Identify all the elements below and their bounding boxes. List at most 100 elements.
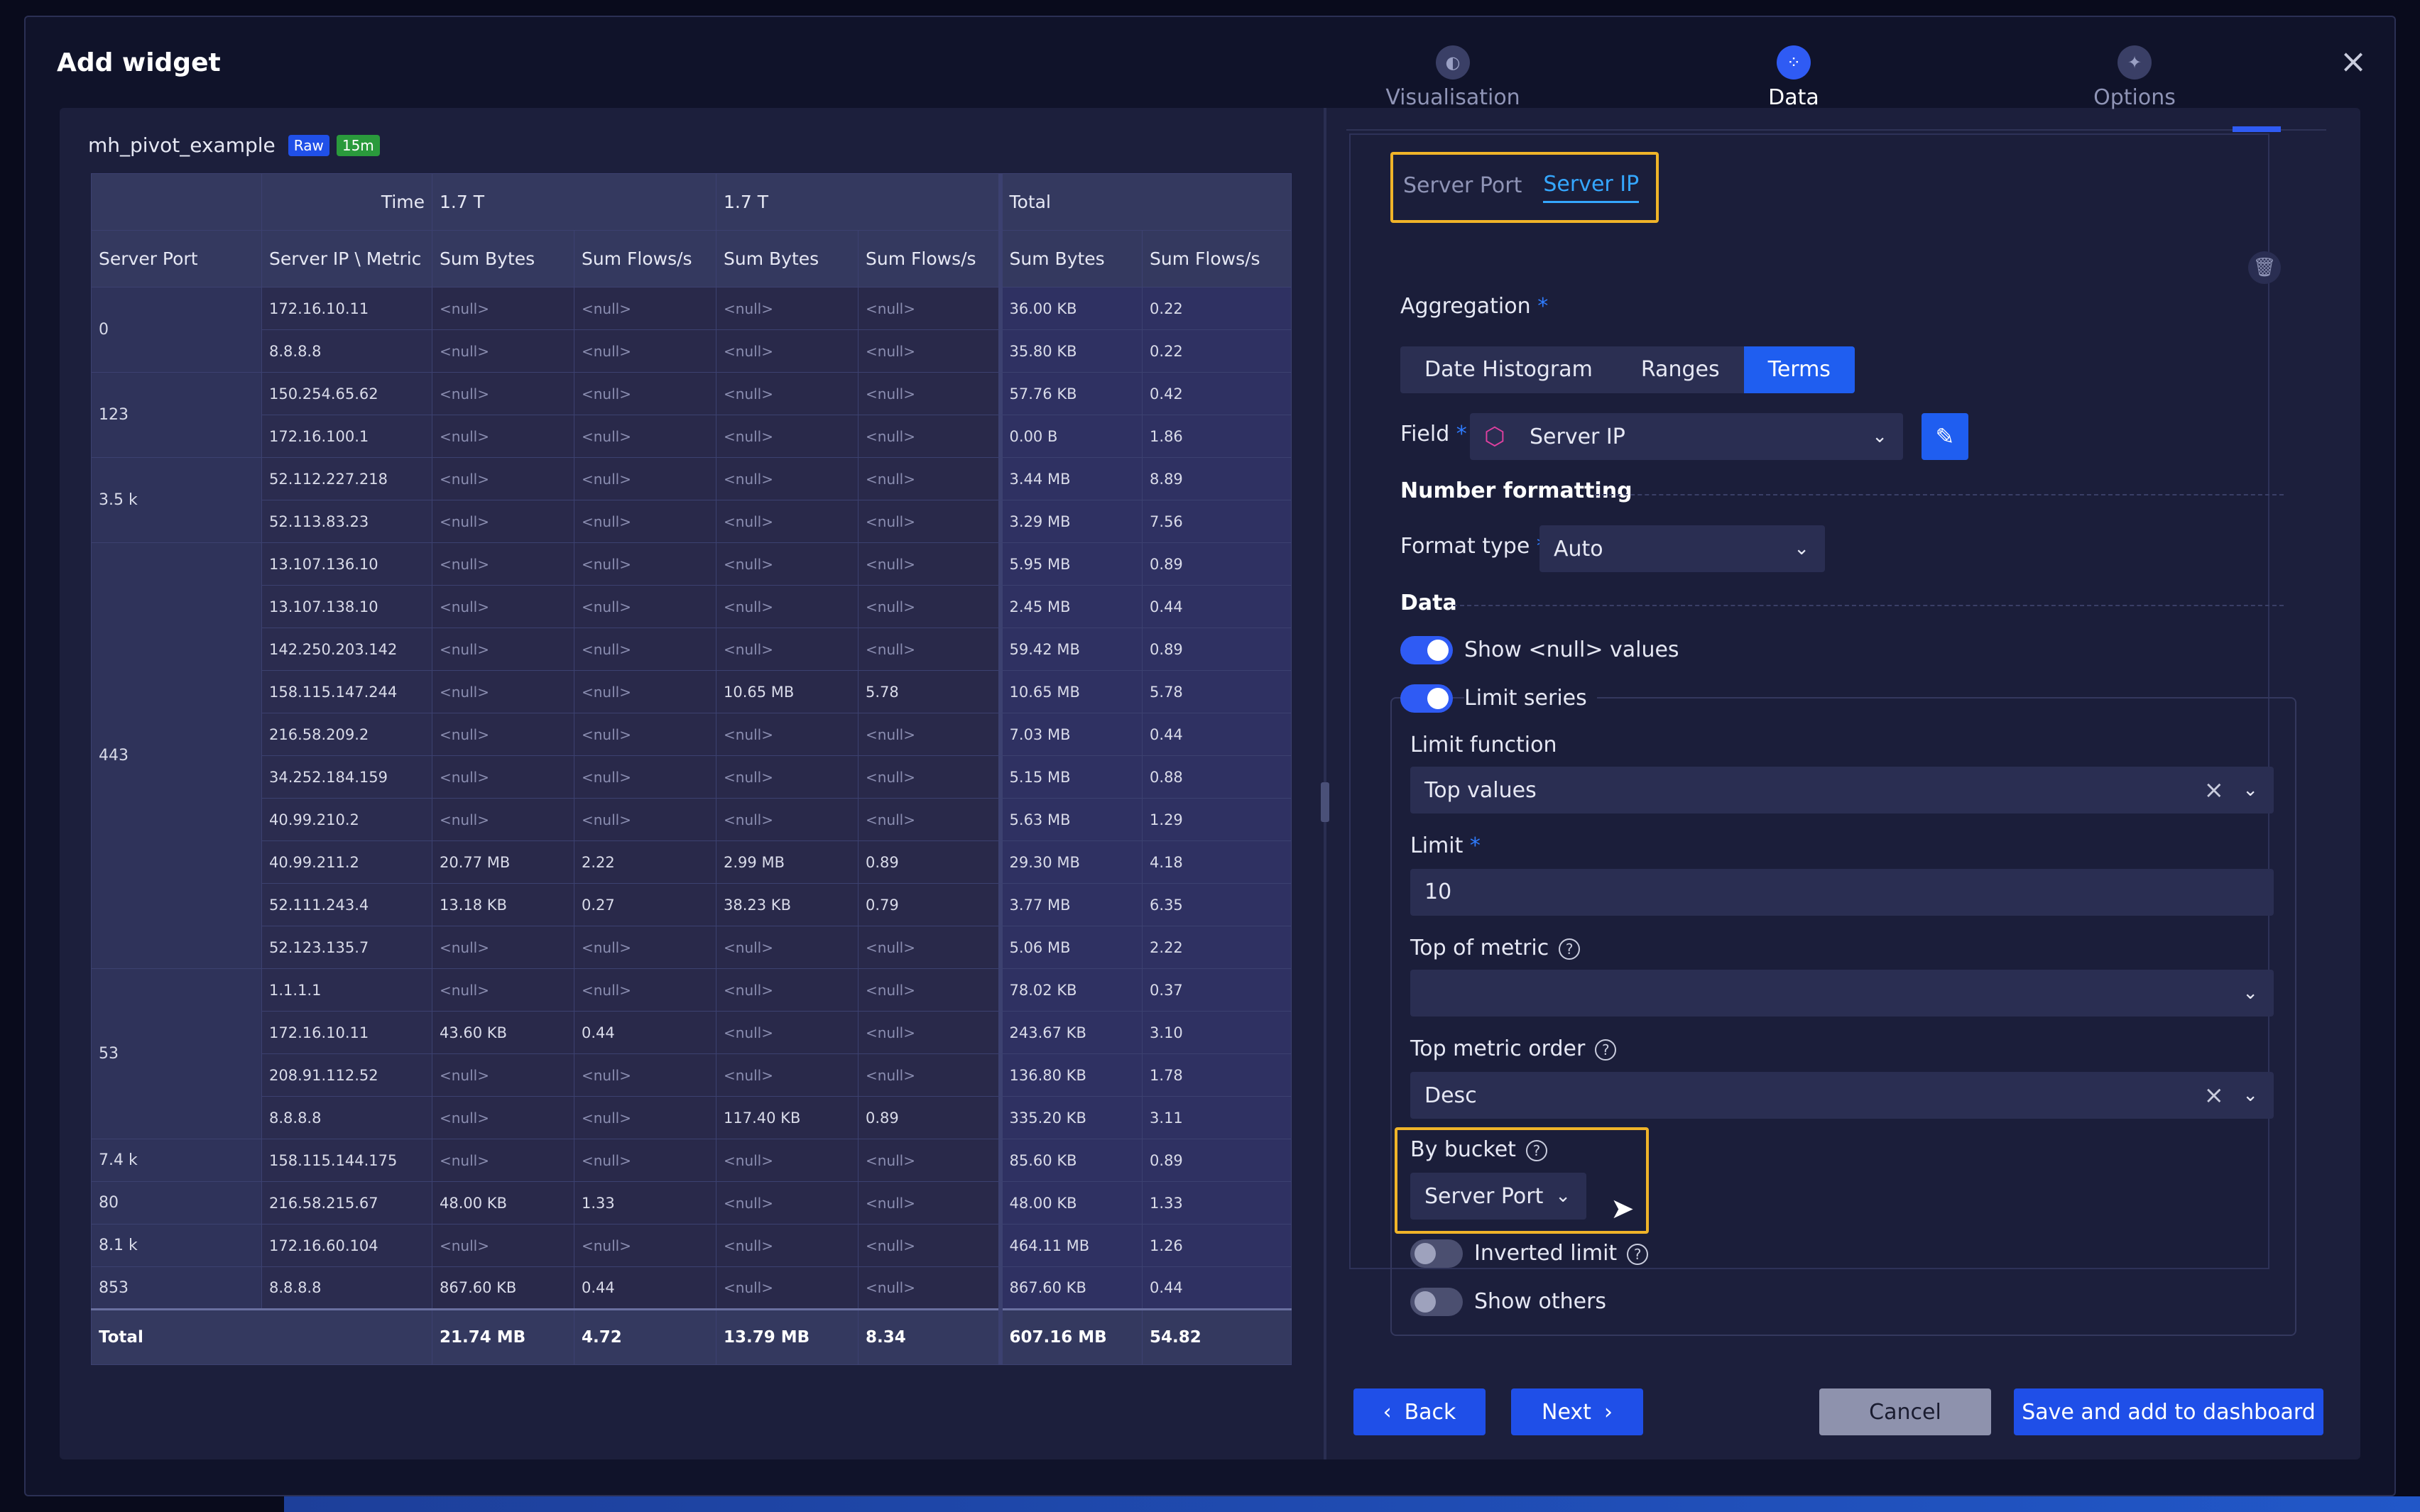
server-port-cell: 7.4 k [91, 1139, 262, 1182]
chevron-right-icon: › [1603, 1399, 1613, 1425]
metric-header[interactable]: Sum Bytes [716, 230, 859, 287]
chip-server-ip[interactable]: Server IP [1543, 172, 1640, 203]
server-port-cell: 0 [91, 287, 262, 373]
metric-cell: 29.30 MB [998, 840, 1143, 884]
add-widget-dialog: Add widget × mh_pivot_example Raw 15m Ti… [24, 16, 2396, 1496]
agg-ranges[interactable]: Ranges [1616, 346, 1744, 393]
tab-options[interactable]: ✦ Options [2028, 45, 2241, 110]
help-icon[interactable]: ? [1559, 938, 1581, 960]
metric-cell: <null> [573, 755, 717, 799]
server-ip-cell: 158.115.147.244 [261, 670, 432, 713]
chip-server-port[interactable]: Server Port [1403, 173, 1522, 202]
table-row: 443 13.107.136.10 <null> <null> <null> <null>… [91, 542, 1292, 969]
table-row: 52.113.83.23 <null> <null> <null> <null> 3.29… [92, 500, 1292, 543]
metric-cell: 0.00 B [998, 415, 1143, 458]
help-icon[interactable]: ? [1595, 1039, 1617, 1061]
show-others-toggle[interactable] [1410, 1288, 1463, 1316]
metric-cell: <null> [573, 670, 717, 713]
close-icon[interactable]: × [2338, 45, 2369, 78]
limit-series-toggle[interactable] [1400, 684, 1453, 713]
splitter-handle[interactable] [1321, 782, 1329, 822]
field-select[interactable]: ⬡ Server IP ⌄ [1470, 413, 1903, 460]
table-row: 853 8.8.8.8 867.60 KB 0.44 <null> <null> 867.6… [91, 1266, 1292, 1310]
limit-input[interactable]: 10 [1410, 869, 2274, 916]
server-ip-cell: 8.8.8.8 [261, 1266, 432, 1310]
server-port-header[interactable]: Server Port [91, 230, 262, 287]
top-of-metric-select[interactable]: ⌄ [1410, 970, 2274, 1017]
metric-cell: 0.44 [573, 1011, 717, 1054]
metric-cell: 48.00 KB [998, 1181, 1143, 1225]
metric-header[interactable]: Sum Flows/s [858, 230, 1001, 287]
back-button[interactable]: ‹ Back [1353, 1388, 1486, 1435]
format-type-select[interactable]: Auto ⌄ [1539, 525, 1825, 572]
server-port-cell: 443 [91, 542, 262, 969]
metric-cell: <null> [432, 755, 574, 799]
show-null-toggle[interactable] [1400, 636, 1453, 664]
table-row: 7.4 k 158.115.144.175 <null> <null> <null> <n… [91, 1139, 1292, 1182]
help-icon[interactable]: ? [1627, 1243, 1649, 1265]
metric-header[interactable]: Sum Flows/s [573, 230, 717, 287]
tabs-divider [1346, 129, 2326, 131]
metric-cell: <null> [432, 1096, 574, 1139]
show-others-label: Show others [1474, 1289, 1607, 1314]
metric-cell: 1.33 [1142, 1181, 1292, 1225]
server-ip-cell: 172.16.100.1 [261, 415, 432, 458]
metric-cell: <null> [432, 1139, 574, 1182]
tab-visualisation[interactable]: ◐ Visualisation [1346, 45, 1559, 110]
metric-cell: 36.00 KB [998, 287, 1143, 330]
metric-cell: 5.15 MB [998, 755, 1143, 799]
metric-cell: <null> [573, 1053, 717, 1097]
tab-data[interactable]: ⁘ Data [1687, 45, 1900, 110]
server-ip-cell: 172.16.10.11 [261, 287, 432, 330]
clear-icon[interactable]: × [2204, 776, 2225, 804]
metric-cell: <null> [432, 670, 574, 713]
agg-terms[interactable]: Terms [1743, 346, 1855, 393]
total-cell: 607.16 MB [998, 1308, 1143, 1365]
top-metric-order-select[interactable]: Desc × ⌄ [1410, 1072, 2274, 1119]
metric-cell: 5.95 MB [998, 542, 1143, 586]
metric-cell: 243.67 KB [998, 1011, 1143, 1054]
clear-icon[interactable]: × [2204, 1081, 2225, 1110]
metric-cell: 3.10 [1142, 1011, 1292, 1054]
metric-cell: <null> [432, 500, 574, 543]
next-button[interactable]: Next › [1511, 1388, 1643, 1435]
metric-header[interactable]: Sum Bytes [998, 230, 1143, 287]
chevron-left-icon: ‹ [1383, 1399, 1392, 1425]
agg-date-histogram[interactable]: Date Histogram [1400, 346, 1617, 393]
chevron-down-icon: ⌄ [1555, 1185, 1571, 1207]
server-port-cell: 53 [91, 968, 262, 1139]
trash-icon[interactable]: 🗑 [2248, 251, 2281, 284]
help-icon[interactable]: ? [1525, 1139, 1547, 1161]
server-port-cell: 123 [91, 372, 262, 458]
metric-cell: 1.33 [573, 1181, 717, 1225]
metric-cell: <null> [858, 287, 1001, 330]
total-cell: 21.74 MB [432, 1308, 574, 1365]
table-row: 123 150.254.65.62 <null> <null> <null> <null>… [91, 372, 1292, 458]
metric-header[interactable]: Sum Bytes [432, 230, 574, 287]
server-ip-cell: 34.252.184.159 [261, 755, 432, 799]
table-row: 52.123.135.7 <null> <null> <null> <null> 5.06… [92, 926, 1292, 969]
save-button[interactable]: Save and add to dashboard [2014, 1388, 2323, 1435]
metric-cell: 2.22 [1142, 926, 1292, 969]
metric-cell: <null> [716, 1053, 859, 1097]
metric-cell: <null> [858, 1011, 1001, 1054]
limit-function-select[interactable]: Top values × ⌄ [1410, 767, 2274, 813]
table-row: 208.91.112.52 <null> <null> <null> <null> 136… [92, 1053, 1292, 1097]
section-divider [1595, 494, 2284, 495]
table-row: 52.111.243.4 13.18 KB 0.27 38.23 KB 0.79 3.77… [92, 883, 1292, 926]
total-row: Total 21.74 MB 4.72 13.79 MB 8.34 607.16… [91, 1308, 1292, 1365]
query-name: mh_pivot_example [88, 133, 276, 157]
metric-cell: 867.60 KB [432, 1266, 574, 1310]
top-metric-order-value: Desc [1424, 1083, 1477, 1108]
metric-cell: <null> [432, 415, 574, 458]
sparkle-icon: ✦ [2118, 45, 2152, 80]
edit-field-button[interactable]: ✎ [1922, 413, 1968, 460]
metric-cell: 2.99 MB [716, 840, 859, 884]
metric-cell: <null> [858, 1139, 1001, 1182]
server-ip-metric-header[interactable]: Server IP \ Metric [261, 230, 432, 287]
metric-cell: <null> [716, 968, 859, 1012]
cancel-button[interactable]: Cancel [1819, 1388, 1991, 1435]
inverted-limit-toggle[interactable] [1410, 1239, 1463, 1268]
metric-header[interactable]: Sum Flows/s [1142, 230, 1292, 287]
by-bucket-select[interactable]: Server Port ⌄ [1410, 1173, 1586, 1220]
